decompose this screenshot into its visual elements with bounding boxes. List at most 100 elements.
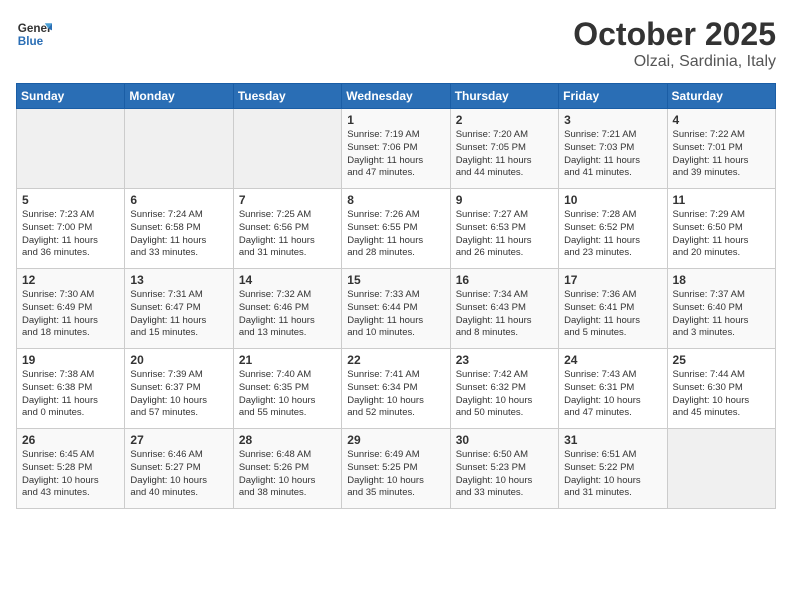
day-number: 20: [130, 353, 227, 367]
cell-content: Sunrise: 7:19 AM Sunset: 7:06 PM Dayligh…: [347, 129, 444, 180]
calendar-cell: 14 Sunrise: 7:32 AM Sunset: 6:46 PM Dayli…: [233, 269, 341, 349]
title-block: October 2025 Olzai, Sardinia, Italy: [573, 16, 776, 71]
calendar-cell: 8 Sunrise: 7:26 AM Sunset: 6:55 PM Daylig…: [342, 189, 450, 269]
calendar-cell: 28 Sunrise: 6:48 AM Sunset: 5:26 PM Dayli…: [233, 429, 341, 509]
day-number: 23: [456, 353, 553, 367]
calendar-cell: 6 Sunrise: 7:24 AM Sunset: 6:58 PM Daylig…: [125, 189, 233, 269]
cell-content: Sunrise: 6:50 AM Sunset: 5:23 PM Dayligh…: [456, 449, 553, 500]
cell-content: Sunrise: 7:20 AM Sunset: 7:05 PM Dayligh…: [456, 129, 553, 180]
page-header: General Blue October 2025 Olzai, Sardini…: [16, 16, 776, 71]
day-number: 10: [564, 193, 661, 207]
cell-content: Sunrise: 6:48 AM Sunset: 5:26 PM Dayligh…: [239, 449, 336, 500]
calendar-cell: 19 Sunrise: 7:38 AM Sunset: 6:38 PM Dayli…: [17, 349, 125, 429]
day-number: 27: [130, 433, 227, 447]
cell-content: Sunrise: 7:21 AM Sunset: 7:03 PM Dayligh…: [564, 129, 661, 180]
calendar-cell: [667, 429, 775, 509]
day-number: 9: [456, 193, 553, 207]
day-number: 29: [347, 433, 444, 447]
day-number: 13: [130, 273, 227, 287]
calendar-cell: 26 Sunrise: 6:45 AM Sunset: 5:28 PM Dayli…: [17, 429, 125, 509]
cell-content: Sunrise: 7:26 AM Sunset: 6:55 PM Dayligh…: [347, 209, 444, 260]
cell-content: Sunrise: 7:44 AM Sunset: 6:30 PM Dayligh…: [673, 369, 770, 420]
day-number: 15: [347, 273, 444, 287]
day-number: 30: [456, 433, 553, 447]
header-tuesday: Tuesday: [233, 84, 341, 109]
calendar-cell: 27 Sunrise: 6:46 AM Sunset: 5:27 PM Dayli…: [125, 429, 233, 509]
calendar-cell: 2 Sunrise: 7:20 AM Sunset: 7:05 PM Daylig…: [450, 109, 558, 189]
calendar-table: SundayMondayTuesdayWednesdayThursdayFrid…: [16, 83, 776, 509]
cell-content: Sunrise: 7:33 AM Sunset: 6:44 PM Dayligh…: [347, 289, 444, 340]
cell-content: Sunrise: 6:49 AM Sunset: 5:25 PM Dayligh…: [347, 449, 444, 500]
calendar-cell: 11Sunrise: 7:29 AM Sunset: 6:50 PM Dayli…: [667, 189, 775, 269]
cell-content: Sunrise: 7:38 AM Sunset: 6:38 PM Dayligh…: [22, 369, 119, 420]
day-number: 17: [564, 273, 661, 287]
header-sunday: Sunday: [17, 84, 125, 109]
calendar-cell: 20 Sunrise: 7:39 AM Sunset: 6:37 PM Dayli…: [125, 349, 233, 429]
calendar-cell: 21Sunrise: 7:40 AM Sunset: 6:35 PM Dayli…: [233, 349, 341, 429]
day-number: 5: [22, 193, 119, 207]
cell-content: Sunrise: 7:39 AM Sunset: 6:37 PM Dayligh…: [130, 369, 227, 420]
cell-content: Sunrise: 7:37 AM Sunset: 6:40 PM Dayligh…: [673, 289, 770, 340]
calendar-cell: [17, 109, 125, 189]
calendar-cell: 16Sunrise: 7:34 AM Sunset: 6:43 PM Dayli…: [450, 269, 558, 349]
svg-text:Blue: Blue: [18, 35, 44, 48]
week-row-5: 26 Sunrise: 6:45 AM Sunset: 5:28 PM Dayli…: [17, 429, 776, 509]
calendar-cell: 22 Sunrise: 7:41 AM Sunset: 6:34 PM Dayli…: [342, 349, 450, 429]
calendar-cell: 4Sunrise: 7:22 AM Sunset: 7:01 PM Daylig…: [667, 109, 775, 189]
calendar-cell: 17 Sunrise: 7:36 AM Sunset: 6:41 PM Dayli…: [559, 269, 667, 349]
calendar-cell: [233, 109, 341, 189]
cell-content: Sunrise: 7:31 AM Sunset: 6:47 PM Dayligh…: [130, 289, 227, 340]
day-number: 6: [130, 193, 227, 207]
calendar-title: October 2025: [573, 16, 776, 53]
calendar-cell: [125, 109, 233, 189]
cell-content: Sunrise: 7:40 AM Sunset: 6:35 PM Dayligh…: [239, 369, 336, 420]
calendar-cell: 7 Sunrise: 7:25 AM Sunset: 6:56 PM Daylig…: [233, 189, 341, 269]
cell-content: Sunrise: 7:24 AM Sunset: 6:58 PM Dayligh…: [130, 209, 227, 260]
calendar-cell: 18Sunrise: 7:37 AM Sunset: 6:40 PM Dayli…: [667, 269, 775, 349]
day-number: 31: [564, 433, 661, 447]
cell-content: Sunrise: 7:34 AM Sunset: 6:43 PM Dayligh…: [456, 289, 553, 340]
day-number: 26: [22, 433, 119, 447]
cell-content: Sunrise: 7:43 AM Sunset: 6:31 PM Dayligh…: [564, 369, 661, 420]
cell-content: Sunrise: 7:30 AM Sunset: 6:49 PM Dayligh…: [22, 289, 119, 340]
cell-content: Sunrise: 6:46 AM Sunset: 5:27 PM Dayligh…: [130, 449, 227, 500]
week-row-1: 1 Sunrise: 7:19 AM Sunset: 7:06 PM Daylig…: [17, 109, 776, 189]
week-row-2: 5Sunrise: 7:23 AM Sunset: 7:00 PM Daylig…: [17, 189, 776, 269]
day-number: 1: [347, 113, 444, 127]
cell-content: Sunrise: 7:25 AM Sunset: 6:56 PM Dayligh…: [239, 209, 336, 260]
cell-content: Sunrise: 7:36 AM Sunset: 6:41 PM Dayligh…: [564, 289, 661, 340]
day-number: 8: [347, 193, 444, 207]
calendar-cell: 1 Sunrise: 7:19 AM Sunset: 7:06 PM Daylig…: [342, 109, 450, 189]
day-number: 3: [564, 113, 661, 127]
day-number: 7: [239, 193, 336, 207]
header-monday: Monday: [125, 84, 233, 109]
cell-content: Sunrise: 7:32 AM Sunset: 6:46 PM Dayligh…: [239, 289, 336, 340]
cell-content: Sunrise: 7:28 AM Sunset: 6:52 PM Dayligh…: [564, 209, 661, 260]
header-row: SundayMondayTuesdayWednesdayThursdayFrid…: [17, 84, 776, 109]
calendar-cell: 30 Sunrise: 6:50 AM Sunset: 5:23 PM Dayli…: [450, 429, 558, 509]
calendar-cell: 31Sunrise: 6:51 AM Sunset: 5:22 PM Dayli…: [559, 429, 667, 509]
day-number: 28: [239, 433, 336, 447]
cell-content: Sunrise: 6:45 AM Sunset: 5:28 PM Dayligh…: [22, 449, 119, 500]
calendar-cell: 12Sunrise: 7:30 AM Sunset: 6:49 PM Dayli…: [17, 269, 125, 349]
day-number: 22: [347, 353, 444, 367]
logo: General Blue: [16, 16, 52, 52]
calendar-cell: 23 Sunrise: 7:42 AM Sunset: 6:32 PM Dayli…: [450, 349, 558, 429]
day-number: 19: [22, 353, 119, 367]
header-saturday: Saturday: [667, 84, 775, 109]
day-number: 24: [564, 353, 661, 367]
day-number: 11: [673, 193, 770, 207]
calendar-cell: 13 Sunrise: 7:31 AM Sunset: 6:47 PM Dayli…: [125, 269, 233, 349]
day-number: 14: [239, 273, 336, 287]
calendar-cell: 9Sunrise: 7:27 AM Sunset: 6:53 PM Daylig…: [450, 189, 558, 269]
day-number: 2: [456, 113, 553, 127]
cell-content: Sunrise: 7:42 AM Sunset: 6:32 PM Dayligh…: [456, 369, 553, 420]
cell-content: Sunrise: 7:41 AM Sunset: 6:34 PM Dayligh…: [347, 369, 444, 420]
day-number: 25: [673, 353, 770, 367]
week-row-3: 12Sunrise: 7:30 AM Sunset: 6:49 PM Dayli…: [17, 269, 776, 349]
calendar-cell: 25 Sunrise: 7:44 AM Sunset: 6:30 PM Dayli…: [667, 349, 775, 429]
calendar-cell: 10 Sunrise: 7:28 AM Sunset: 6:52 PM Dayli…: [559, 189, 667, 269]
calendar-cell: 3 Sunrise: 7:21 AM Sunset: 7:03 PM Daylig…: [559, 109, 667, 189]
header-friday: Friday: [559, 84, 667, 109]
calendar-cell: 15 Sunrise: 7:33 AM Sunset: 6:44 PM Dayli…: [342, 269, 450, 349]
